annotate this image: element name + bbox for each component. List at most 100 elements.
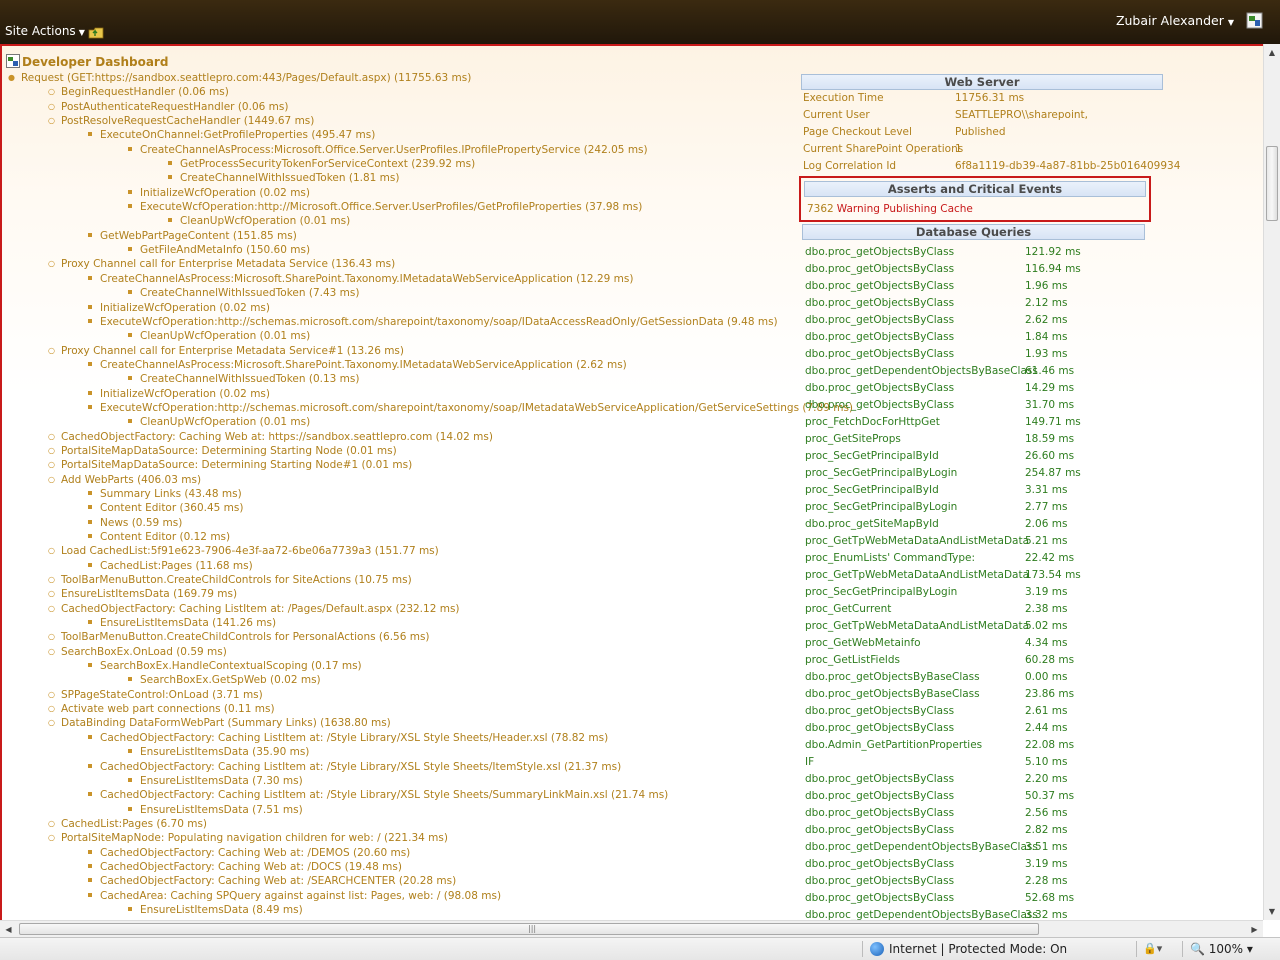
query-name[interactable]: proc_GetTpWebMetaDataAndListMetaData [805, 533, 1029, 550]
query-name[interactable]: dbo.proc_getObjectsByClass [805, 890, 954, 907]
query-name[interactable]: dbo.proc_getObjectsByClass [805, 278, 954, 295]
tree-node-label: Add WebParts (406.03 ms) [60, 473, 202, 486]
query-name[interactable]: dbo.proc_getSiteMapById [805, 516, 939, 533]
database-query-row[interactable]: dbo.proc_getObjectsByClass 2.28 ms [805, 873, 1185, 890]
database-query-row[interactable]: proc_GetWebMetainfo 4.34 ms [805, 635, 1185, 652]
scroll-left-icon[interactable]: ◀ [0, 921, 17, 938]
query-name[interactable]: IF [805, 754, 814, 771]
query-name[interactable]: dbo.proc_getDependentObjectsByBaseClass [805, 907, 1038, 920]
query-name[interactable]: proc_GetWebMetainfo [805, 635, 921, 652]
database-query-row[interactable]: dbo.proc_getObjectsByClass 1.93 ms [805, 346, 1185, 363]
query-name[interactable]: dbo.proc_getObjectsByClass [805, 703, 954, 720]
query-name[interactable]: dbo.proc_getObjectsByClass [805, 380, 954, 397]
database-query-row[interactable]: proc_GetTpWebMetaDataAndListMetaData 173.… [805, 567, 1185, 584]
database-query-row[interactable]: dbo.proc_getObjectsByClass 116.94 ms [805, 261, 1185, 278]
scroll-right-icon[interactable]: ▶ [1246, 921, 1263, 938]
database-query-row[interactable]: proc_GetListFields 60.28 ms [805, 652, 1185, 669]
database-query-row[interactable]: proc_GetTpWebMetaDataAndListMetaData 5.02… [805, 618, 1185, 635]
database-query-row[interactable]: proc_SecGetPrincipalByLogin 3.19 ms [805, 584, 1185, 601]
query-name[interactable]: dbo.proc_getObjectsByClass [805, 822, 954, 839]
query-name[interactable]: dbo.proc_getObjectsByClass [805, 788, 954, 805]
database-query-row[interactable]: dbo.proc_getObjectsByClass 121.92 ms [805, 244, 1185, 261]
query-name[interactable]: dbo.proc_getObjectsByClass [805, 397, 954, 414]
query-name[interactable]: dbo.proc_getDependentObjectsByBaseClass [805, 839, 1038, 856]
database-query-row[interactable]: proc_SecGetPrincipalById 26.60 ms [805, 448, 1185, 465]
database-query-row[interactable]: proc_SecGetPrincipalByLogin 2.77 ms [805, 499, 1185, 516]
query-time: 1.93 ms [1025, 348, 1068, 360]
database-query-row[interactable]: proc_EnumLists' CommandType: 22.42 ms [805, 550, 1185, 567]
database-query-row[interactable]: dbo.proc_getSiteMapById 2.06 ms [805, 516, 1185, 533]
query-name[interactable]: dbo.proc_getObjectsByClass [805, 346, 954, 363]
database-query-row[interactable]: dbo.proc_getObjectsByClass 2.12 ms [805, 295, 1185, 312]
query-name[interactable]: dbo.proc_getObjectsByClass [805, 295, 954, 312]
database-query-row[interactable]: dbo.Admin_GetPartitionProperties 22.08 ms [805, 737, 1185, 754]
horizontal-scrollbar[interactable]: ◀ ||| ▶ [0, 920, 1263, 937]
query-name[interactable]: dbo.proc_getObjectsByClass [805, 856, 954, 873]
query-name[interactable]: proc_SecGetPrincipalById [805, 482, 939, 499]
query-name[interactable]: dbo.proc_getObjectsByClass [805, 312, 954, 329]
database-query-row[interactable]: proc_GetSiteProps 18.59 ms [805, 431, 1185, 448]
database-query-row[interactable]: dbo.proc_getObjectsByClass 2.56 ms [805, 805, 1185, 822]
site-actions-menu[interactable]: Site Actions ▼ [5, 24, 85, 38]
database-query-row[interactable]: dbo.proc_getObjectsByClass 1.84 ms [805, 329, 1185, 346]
query-name[interactable]: dbo.proc_getObjectsByClass [805, 805, 954, 822]
database-query-row[interactable]: proc_GetTpWebMetaDataAndListMetaData 5.21… [805, 533, 1185, 550]
database-query-row[interactable]: dbo.proc_getObjectsByClass 2.61 ms [805, 703, 1185, 720]
developer-dashboard-icon[interactable] [1246, 12, 1263, 29]
query-name[interactable]: proc_SecGetPrincipalByLogin [805, 499, 957, 516]
database-query-row[interactable]: dbo.proc_getObjectsByClass 2.44 ms [805, 720, 1185, 737]
database-query-row[interactable]: proc_SecGetPrincipalByLogin 254.87 ms [805, 465, 1185, 482]
navigate-up-icon[interactable] [88, 25, 104, 39]
query-name[interactable]: proc_FetchDocForHttpGet [805, 414, 940, 431]
query-name[interactable]: proc_SecGetPrincipalById [805, 448, 939, 465]
database-query-row[interactable]: dbo.proc_getObjectsByClass 31.70 ms [805, 397, 1185, 414]
database-query-row[interactable]: dbo.proc_getDependentObjectsByBaseClass 3… [805, 907, 1185, 920]
security-zone[interactable]: Internet | Protected Mode: On [870, 942, 1067, 956]
query-name[interactable]: proc_GetCurrent [805, 601, 891, 618]
horizontal-scroll-thumb[interactable]: ||| [19, 923, 1039, 935]
query-name[interactable]: dbo.proc_getObjectsByClass [805, 261, 954, 278]
query-name[interactable]: proc_GetListFields [805, 652, 900, 669]
database-query-row[interactable]: dbo.proc_getDependentObjectsByBaseClass 3… [805, 839, 1185, 856]
query-name[interactable]: dbo.proc_getObjectsByBaseClass [805, 686, 980, 703]
database-query-row[interactable]: dbo.proc_getObjectsByClass 2.82 ms [805, 822, 1185, 839]
scroll-up-icon[interactable]: ▲ [1264, 44, 1280, 61]
user-menu[interactable]: Zubair Alexander ▼ [1116, 13, 1234, 28]
query-name[interactable]: proc_GetTpWebMetaDataAndListMetaData [805, 618, 1029, 635]
database-query-row[interactable]: dbo.proc_getObjectsByClass 52.68 ms [805, 890, 1185, 907]
zoom-control[interactable]: 🔍 100% ▾ [1190, 942, 1253, 956]
database-query-row[interactable]: dbo.proc_getObjectsByClass 1.96 ms [805, 278, 1185, 295]
query-name[interactable]: dbo.proc_getDependentObjectsByBaseClass [805, 363, 1038, 380]
database-query-row[interactable]: dbo.proc_getObjectsByClass 2.20 ms [805, 771, 1185, 788]
database-query-row[interactable]: dbo.proc_getObjectsByClass 50.37 ms [805, 788, 1185, 805]
database-query-row[interactable]: proc_GetCurrent 2.38 ms [805, 601, 1185, 618]
database-query-row[interactable]: dbo.proc_getObjectsByBaseClass 0.00 ms [805, 669, 1185, 686]
query-name[interactable]: proc_GetSiteProps [805, 431, 901, 448]
query-name[interactable]: dbo.proc_getObjectsByBaseClass [805, 669, 980, 686]
query-name[interactable]: dbo.proc_getObjectsByClass [805, 771, 954, 788]
assert-text[interactable]: Warning Publishing Cache [837, 203, 973, 215]
protected-mode-icon[interactable]: 🔒▾ [1143, 942, 1162, 955]
vertical-scroll-thumb[interactable] [1266, 146, 1278, 221]
query-name[interactable]: dbo.Admin_GetPartitionProperties [805, 737, 982, 754]
query-name[interactable]: proc_SecGetPrincipalByLogin [805, 584, 957, 601]
query-name[interactable]: proc_EnumLists' CommandType: [805, 550, 975, 567]
database-query-row[interactable]: dbo.proc_getObjectsByClass 3.19 ms [805, 856, 1185, 873]
database-query-row[interactable]: proc_SecGetPrincipalById 3.31 ms [805, 482, 1185, 499]
query-name[interactable]: dbo.proc_getObjectsByClass [805, 329, 954, 346]
database-query-row[interactable]: IF 5.10 ms [805, 754, 1185, 771]
query-name[interactable]: proc_SecGetPrincipalByLogin [805, 465, 957, 482]
vertical-scrollbar[interactable]: ▲ ▼ [1263, 44, 1280, 920]
query-name[interactable]: proc_GetTpWebMetaDataAndListMetaData [805, 567, 1029, 584]
database-query-row[interactable]: dbo.proc_getObjectsByClass 14.29 ms [805, 380, 1185, 397]
database-query-row[interactable]: dbo.proc_getDependentObjectsByBaseClass 6… [805, 363, 1185, 380]
query-name[interactable]: dbo.proc_getObjectsByClass [805, 873, 954, 890]
scroll-down-icon[interactable]: ▼ [1264, 903, 1280, 920]
assert-row[interactable]: 7362 Warning Publishing Cache [807, 203, 1149, 215]
database-query-row[interactable]: dbo.proc_getObjectsByBaseClass 23.86 ms [805, 686, 1185, 703]
database-query-row[interactable]: proc_FetchDocForHttpGet 149.71 ms [805, 414, 1185, 431]
tree-node-label: InitializeWcfOperation (0.02 ms) [100, 301, 270, 314]
database-query-row[interactable]: dbo.proc_getObjectsByClass 2.62 ms [805, 312, 1185, 329]
query-name[interactable]: dbo.proc_getObjectsByClass [805, 720, 954, 737]
query-name[interactable]: dbo.proc_getObjectsByClass [805, 244, 954, 261]
